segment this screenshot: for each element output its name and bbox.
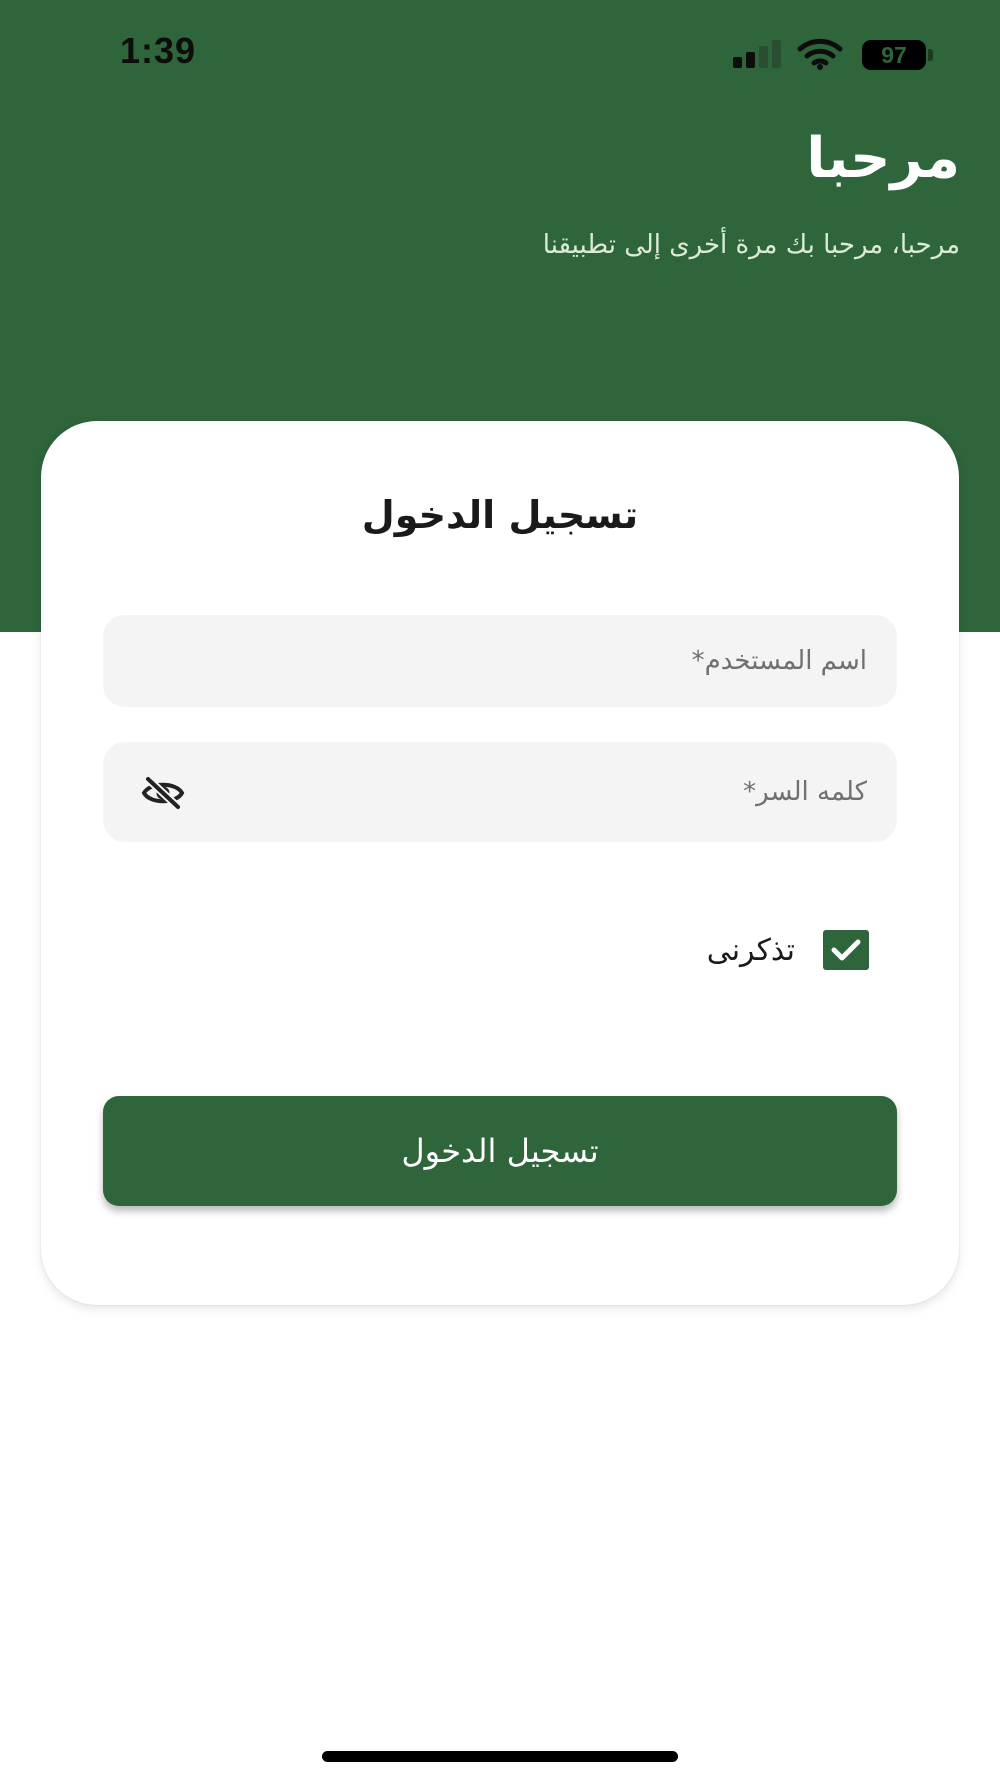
welcome-title: مرحبا: [806, 126, 960, 191]
cellular-signal-icon: [733, 40, 781, 68]
username-placeholder: اسم المستخدم*: [691, 646, 867, 676]
welcome-subtitle: مرحبا، مرحبا بك مرة أخرى إلى تطبيقنا: [542, 230, 960, 260]
username-input[interactable]: اسم المستخدم*: [103, 615, 897, 707]
wifi-icon: [797, 38, 843, 70]
remember-me-label: تذكرنى: [706, 932, 795, 968]
password-input[interactable]: كلمه السر*: [103, 742, 897, 842]
status-time: 1:39: [120, 30, 197, 71]
checkmark-icon: [831, 939, 861, 961]
login-card: تسجيل الدخول اسم المستخدم* كلمه السر* تذ…: [41, 421, 959, 1305]
login-title: تسجيل الدخول: [361, 493, 639, 537]
home-indicator[interactable]: [322, 1751, 678, 1762]
remember-me-checkbox[interactable]: [823, 930, 869, 970]
remember-me-row[interactable]: تذكرنى: [707, 926, 869, 974]
battery-icon: 97: [862, 40, 934, 70]
login-button[interactable]: تسجيل الدخول: [103, 1096, 897, 1206]
password-placeholder: كلمه السر*: [743, 777, 867, 807]
status-bar: 1:39 97: [0, 0, 1000, 110]
eye-off-icon[interactable]: [141, 776, 185, 810]
battery-level: 97: [881, 42, 907, 68]
